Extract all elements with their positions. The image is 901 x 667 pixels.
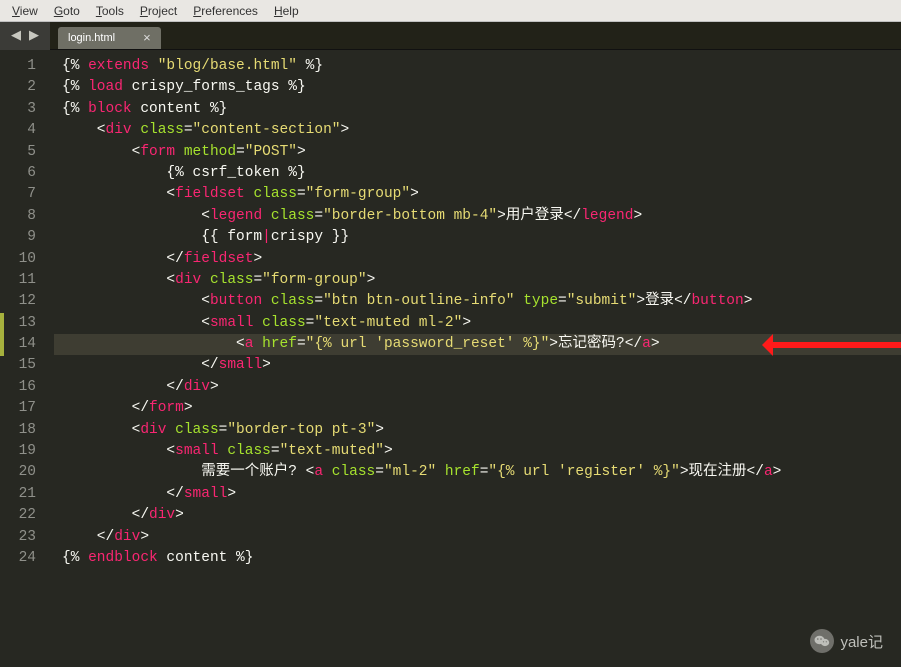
line-number: 11 (0, 270, 54, 291)
line-number: 3 (0, 99, 54, 120)
menubar: ViewGotoToolsProjectPreferencesHelp (0, 0, 901, 22)
menu-project[interactable]: Project (132, 2, 185, 20)
code-line[interactable]: <form method="POST"> (54, 142, 901, 163)
code-line[interactable]: </div> (54, 527, 901, 548)
wechat-icon (810, 629, 834, 653)
nav-buttons: ◀ ▶ (0, 22, 50, 50)
code-line[interactable]: 需要一个账户? <a class="ml-2" href="{% url 're… (54, 462, 901, 483)
line-number: 7 (0, 184, 54, 205)
line-number: 24 (0, 548, 54, 569)
line-number: 17 (0, 398, 54, 419)
nav-back-icon[interactable]: ◀ (11, 28, 21, 43)
code-line[interactable]: <div class="form-group"> (54, 270, 901, 291)
line-number: 12 (0, 291, 54, 312)
code-line[interactable]: <button class="btn btn-outline-info" typ… (54, 291, 901, 312)
code-line[interactable]: </small> (54, 484, 901, 505)
line-number: 6 (0, 163, 54, 184)
code-line[interactable]: <div class="content-section"> (54, 120, 901, 141)
gutter: 123456789101112131415161718192021222324 (0, 50, 54, 667)
line-number: 18 (0, 420, 54, 441)
line-number: 22 (0, 505, 54, 526)
line-number: 23 (0, 527, 54, 548)
code-line[interactable]: <legend class="border-bottom mb-4">用户登录<… (54, 206, 901, 227)
menu-help[interactable]: Help (266, 2, 307, 20)
line-number: 1 (0, 56, 54, 77)
watermark-text: yale记 (840, 631, 883, 652)
menu-view[interactable]: View (4, 2, 46, 20)
line-number: 15 (0, 355, 54, 376)
line-number: 8 (0, 206, 54, 227)
menu-preferences[interactable]: Preferences (185, 2, 266, 20)
code-line[interactable]: {% endblock content %} (54, 548, 901, 569)
annotation-arrow (769, 342, 901, 348)
code-area[interactable]: {% extends "blog/base.html" %}{% load cr… (54, 50, 901, 667)
line-number: 21 (0, 484, 54, 505)
code-line[interactable]: {% load crispy_forms_tags %} (54, 77, 901, 98)
line-number: 2 (0, 77, 54, 98)
line-number: 19 (0, 441, 54, 462)
nav-forward-icon[interactable]: ▶ (29, 28, 39, 43)
code-line[interactable]: {% block content %} (54, 99, 901, 120)
menu-tools[interactable]: Tools (88, 2, 132, 20)
line-number: 5 (0, 142, 54, 163)
line-number: 9 (0, 227, 54, 248)
code-line[interactable]: <small class="text-muted ml-2"> (54, 313, 901, 334)
line-number: 4 (0, 120, 54, 141)
tab-login-html[interactable]: login.html × (58, 27, 161, 49)
gutter-modified-mark (0, 313, 4, 356)
code-line[interactable]: {% extends "blog/base.html" %} (54, 56, 901, 77)
line-number: 10 (0, 249, 54, 270)
code-line[interactable]: </fieldset> (54, 249, 901, 270)
watermark: yale记 (810, 629, 883, 653)
code-line[interactable]: </div> (54, 505, 901, 526)
code-line[interactable]: </form> (54, 398, 901, 419)
line-number: 13 (0, 313, 54, 334)
line-number: 14 (0, 334, 54, 355)
line-number: 20 (0, 462, 54, 483)
tab-strip: ◀ ▶ login.html × (0, 22, 901, 50)
menu-goto[interactable]: Goto (46, 2, 88, 20)
code-line[interactable]: </small> (54, 355, 901, 376)
code-line[interactable]: {{ form|crispy }} (54, 227, 901, 248)
code-line[interactable]: <fieldset class="form-group"> (54, 184, 901, 205)
editor[interactable]: 123456789101112131415161718192021222324 … (0, 50, 901, 667)
code-line[interactable]: <div class="border-top pt-3"> (54, 420, 901, 441)
code-line[interactable]: <a href="{% url 'password_reset' %}">忘记密… (54, 334, 901, 355)
code-line[interactable]: {% csrf_token %} (54, 163, 901, 184)
close-icon[interactable]: × (143, 31, 151, 44)
code-line[interactable]: </div> (54, 377, 901, 398)
code-line[interactable]: <small class="text-muted"> (54, 441, 901, 462)
tab-label: login.html (68, 32, 115, 44)
line-number: 16 (0, 377, 54, 398)
